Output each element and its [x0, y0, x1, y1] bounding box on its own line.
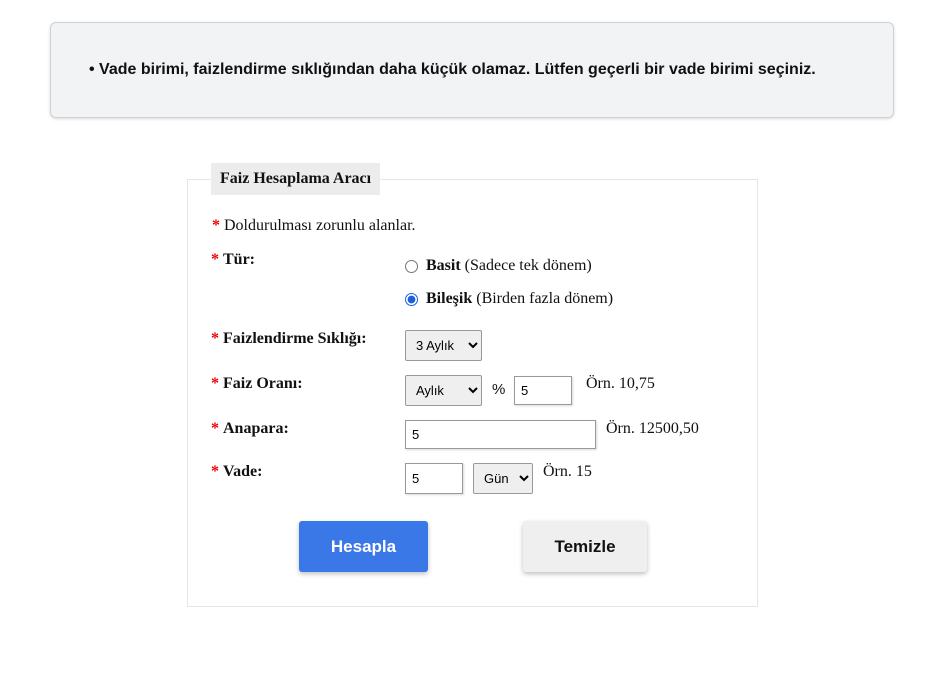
- radio-basit[interactable]: Basit (Sadece tek dönem): [405, 257, 592, 275]
- rate-period-select[interactable]: Aylık: [405, 375, 482, 406]
- frequency-select[interactable]: 3 Aylık: [405, 330, 482, 361]
- principal-label: * Anapara:: [211, 420, 289, 438]
- radio-bilesik[interactable]: Bileşik (Birden fazla dönem): [405, 290, 613, 308]
- required-note-text: Doldurulması zorunlu alanlar.: [224, 217, 416, 234]
- required-star: *: [212, 217, 220, 234]
- type-label: * Tür:: [211, 251, 255, 269]
- principal-label-text: Anapara:: [223, 420, 289, 437]
- radio-bilesik-input[interactable]: [405, 292, 418, 306]
- clear-button[interactable]: Temizle: [523, 521, 647, 572]
- required-star: *: [211, 251, 219, 268]
- radio-basit-input[interactable]: [405, 259, 418, 273]
- radio-bilesik-desc: (Birden fazla dönem): [476, 290, 614, 307]
- required-star: *: [211, 375, 219, 392]
- rate-input[interactable]: [514, 376, 572, 405]
- rate-label-text: Faiz Oranı:: [223, 375, 303, 392]
- rate-label: * Faiz Oranı:: [211, 375, 303, 393]
- error-message: • Vade birimi, faizlendirme sıklığından …: [89, 61, 816, 78]
- required-star: *: [211, 463, 219, 480]
- term-hint: Örn. 15: [543, 463, 592, 480]
- radio-basit-desc: (Sadece tek dönem): [464, 257, 592, 274]
- radio-basit-name: Basit: [426, 257, 461, 274]
- term-label: * Vade:: [211, 463, 262, 481]
- required-star: *: [211, 330, 219, 347]
- term-label-text: Vade:: [223, 463, 263, 480]
- term-unit-select[interactable]: Gün: [473, 463, 533, 494]
- frequency-label-text: Faizlendirme Sıklığı:: [223, 330, 367, 347]
- principal-hint: Örn. 12500,50: [606, 420, 699, 437]
- error-alert: • Vade birimi, faizlendirme sıklığından …: [50, 22, 894, 118]
- required-star: *: [211, 420, 219, 437]
- percent-sign: %: [492, 381, 506, 398]
- required-note: * Doldurulması zorunlu alanlar.: [212, 217, 416, 235]
- type-label-text: Tür:: [223, 251, 255, 268]
- radio-bilesik-name: Bileşik: [426, 290, 473, 307]
- principal-input[interactable]: [405, 420, 596, 449]
- rate-hint: Örn. 10,75: [586, 375, 655, 392]
- frequency-label: * Faizlendirme Sıklığı:: [211, 330, 367, 348]
- calculate-button[interactable]: Hesapla: [299, 521, 428, 572]
- term-input[interactable]: [405, 463, 463, 494]
- form-title: Faiz Hesaplama Aracı: [211, 163, 381, 195]
